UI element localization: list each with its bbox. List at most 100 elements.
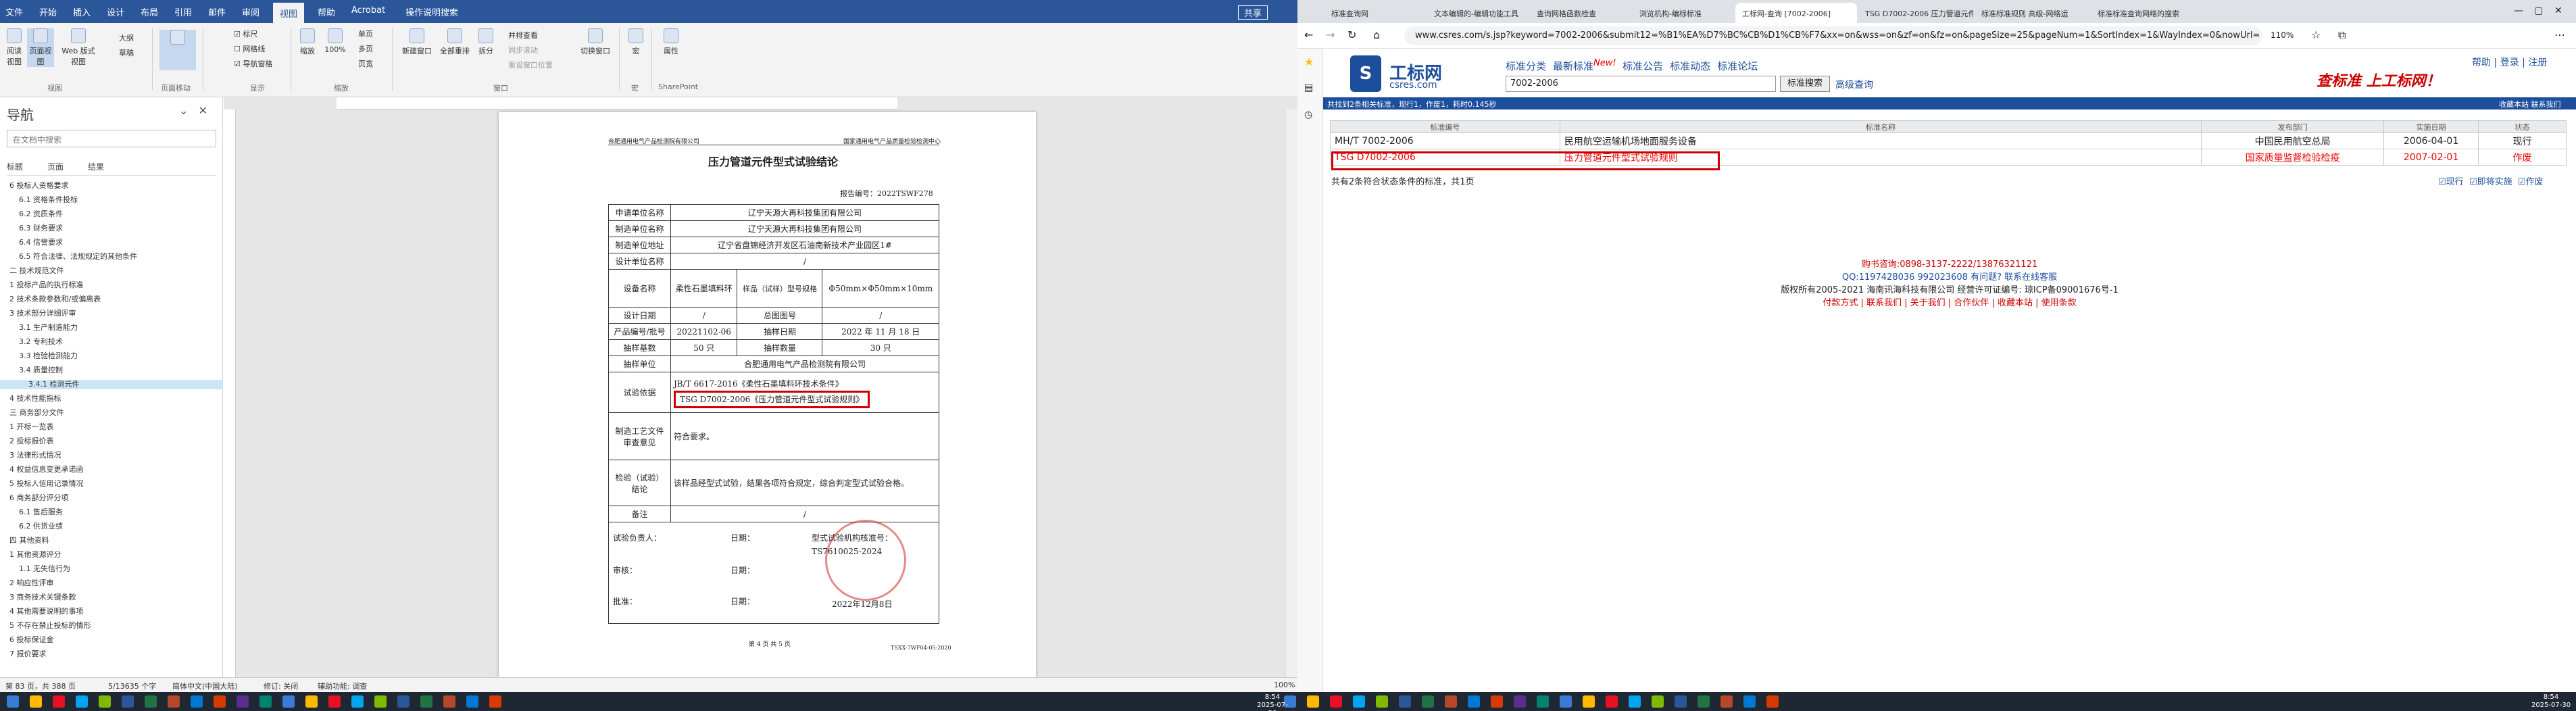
collections-icon[interactable]: ▤ xyxy=(1304,82,1313,93)
vertical-scrollbar[interactable] xyxy=(1285,109,1297,677)
ruler-checkbox[interactable]: ☑ 标尺 xyxy=(234,28,257,39)
header-name[interactable]: 标准名称 xyxy=(1559,120,2202,133)
nav-heading-item[interactable]: 6.4 信誉要求 xyxy=(0,238,223,247)
home-icon[interactable]: ⌂ xyxy=(1373,28,1380,41)
header-status[interactable]: 状态 xyxy=(2478,120,2567,133)
nav-link-forum[interactable]: 标准论坛 xyxy=(1717,60,1758,72)
nav-heading-item[interactable]: 3.1 生产制造能力 xyxy=(0,323,223,333)
acrobat-icon[interactable] xyxy=(1491,695,1503,708)
nav-heading-item[interactable]: 二 技术规范文件 xyxy=(0,266,223,276)
history-icon[interactable]: ◷ xyxy=(1304,109,1312,120)
status-zoom[interactable]: 100% xyxy=(1274,681,1295,689)
clock-left[interactable]: 8:542025-07-30 xyxy=(1254,693,1291,711)
mail-icon[interactable] xyxy=(466,695,478,708)
edge-icon[interactable] xyxy=(351,695,364,708)
powerpoint-icon[interactable] xyxy=(443,695,455,708)
acrobat-icon[interactable] xyxy=(489,695,501,708)
horizontal-ruler[interactable] xyxy=(337,97,897,109)
search-icon[interactable] xyxy=(305,695,318,708)
reload-icon[interactable]: ↻ xyxy=(1347,28,1356,41)
excel-icon[interactable] xyxy=(145,695,157,708)
star-icon[interactable]: ☆ xyxy=(2311,28,2321,41)
nav-heading-item[interactable]: 1 投标产品的执行标准 xyxy=(0,280,223,290)
nav-heading-item[interactable]: 6.3 财务要求 xyxy=(0,224,223,233)
nav-heading-item[interactable]: 7 报价要求 xyxy=(0,649,223,659)
nav-heading-item[interactable]: 四 其他资料 xyxy=(0,536,223,545)
search-icon[interactable] xyxy=(1307,695,1319,708)
nav-heading-item[interactable]: 6.2 资质条件 xyxy=(0,210,223,219)
nav-heading-item[interactable]: 6 投标人资格要求 xyxy=(0,181,223,191)
qq-contact[interactable]: QQ:1197428036 992023608 有问题? 联系在线客服 xyxy=(1323,271,2576,284)
nav-heading-item[interactable]: 4 技术性能指标 xyxy=(0,394,223,403)
one-page-button[interactable]: 单页 xyxy=(358,28,373,39)
browser-tab[interactable]: TSG D7002-2006 压力管道元件 xyxy=(1858,3,1973,23)
page-width-button[interactable]: 页宽 xyxy=(358,58,373,69)
result-name[interactable]: 民用航空运输机场地面服务设备 xyxy=(1559,132,2202,149)
tab-help[interactable]: 帮助 xyxy=(318,5,335,18)
minimize-icon[interactable]: — xyxy=(2514,5,2523,16)
browser-tab[interactable]: 浏览机构-编标标准 xyxy=(1633,3,1734,23)
nav-pane-checkbox[interactable]: ☑ 导航窗格 xyxy=(234,58,272,69)
tab-design[interactable]: 设计 xyxy=(107,5,124,18)
search-icon[interactable] xyxy=(30,695,42,708)
start-icon[interactable] xyxy=(282,695,295,708)
page-movement-button[interactable] xyxy=(159,30,196,70)
powerpoint-icon[interactable] xyxy=(1720,695,1733,708)
chrome-icon[interactable] xyxy=(1376,695,1388,708)
powerpoint-icon[interactable] xyxy=(1445,695,1457,708)
file-explorer-icon[interactable] xyxy=(1606,695,1618,708)
standard-search-button[interactable]: 标准搜索 xyxy=(1780,76,1830,92)
web-layout-button[interactable]: Web 版式视图 xyxy=(58,28,99,67)
nav-heading-item[interactable]: 3 技术部分详细评审 xyxy=(0,309,223,318)
filter-upcoming-checkbox[interactable]: ☑ xyxy=(2469,177,2477,187)
excel-icon[interactable] xyxy=(420,695,432,708)
mail-icon[interactable] xyxy=(1743,695,1756,708)
file-explorer-icon[interactable] xyxy=(1330,695,1342,708)
nav-link-latest[interactable]: 最新标准 xyxy=(1553,60,1593,72)
back-icon[interactable]: ← xyxy=(1304,28,1313,41)
nav-heading-item[interactable]: 2 投标报价表 xyxy=(0,437,223,446)
start-icon[interactable] xyxy=(7,695,19,708)
maximize-icon[interactable]: ▢ xyxy=(2534,5,2543,16)
zoom-button[interactable]: 缩放 xyxy=(297,28,318,56)
site-logo-icon[interactable]: S xyxy=(1350,55,1381,92)
nav-heading-item[interactable]: 3.3 检验检测能力 xyxy=(0,351,223,361)
status-page[interactable]: 第 83 页，共 388 页 xyxy=(5,681,76,691)
file-explorer-icon[interactable] xyxy=(328,695,341,708)
footer-links[interactable]: 付款方式 | 联系我们 | 关于我们 | 合作伙伴 | 收藏本站 | 使用条款 xyxy=(1323,297,2576,310)
header-dept[interactable]: 发布部门 xyxy=(2201,120,2385,133)
word-icon[interactable] xyxy=(397,695,410,708)
excel-icon[interactable] xyxy=(1422,695,1434,708)
nav-heading-item[interactable]: 6 投标保证金 xyxy=(0,635,223,645)
nav-heading-item[interactable]: 1 开标一览表 xyxy=(0,422,223,432)
nav-heading-item[interactable]: 1.1 无失信行为 xyxy=(0,564,223,574)
draft-button[interactable]: 草稿 xyxy=(119,47,134,58)
new-window-button[interactable]: 新建窗口 xyxy=(400,28,434,56)
nav-heading-item[interactable]: 3 法律形式情况 xyxy=(0,451,223,460)
powerpoint-icon[interactable] xyxy=(168,695,180,708)
word-icon[interactable] xyxy=(122,695,134,708)
outline-button[interactable]: 大纲 xyxy=(119,32,134,43)
nav-heading-item[interactable]: 4 其他需要说明的事项 xyxy=(0,607,223,616)
teams-icon[interactable] xyxy=(1514,695,1526,708)
tab-view[interactable]: 视图 xyxy=(273,3,305,23)
chrome-icon[interactable] xyxy=(99,695,111,708)
advanced-search-link[interactable]: 高级查询 xyxy=(1835,78,1873,91)
tab-layout[interactable]: 布局 xyxy=(141,5,158,18)
standard-search-input[interactable]: 7002-2006 xyxy=(1506,76,1776,92)
browser-tab-active[interactable]: 工标网-查询 [7002-2006] xyxy=(1735,3,1857,23)
split-button[interactable]: 拆分 xyxy=(476,28,496,56)
nav-heading-item[interactable]: 2 技术条款参数和/或偏离表 xyxy=(0,295,223,304)
status-language[interactable]: 简体中文(中国大陆) xyxy=(172,681,238,691)
acrobat-icon[interactable] xyxy=(214,695,226,708)
extensions-icon[interactable]: ⧉ xyxy=(2338,28,2346,42)
print-layout-button[interactable]: 页面视图 xyxy=(27,28,54,67)
nav-heading-item[interactable]: 3.4 质量控制 xyxy=(0,366,223,375)
nav-heading-item[interactable]: 5 不存在禁止投标的情形 xyxy=(0,621,223,631)
chrome-icon[interactable] xyxy=(1652,695,1664,708)
vertical-ruler[interactable] xyxy=(224,109,236,677)
mail-icon[interactable] xyxy=(1468,695,1480,708)
sync-scroll-button[interactable]: 同步滚动 xyxy=(508,45,538,55)
nav-heading-item[interactable]: 6.2 供货业绩 xyxy=(0,522,223,531)
filter-current-checkbox[interactable]: ☑ xyxy=(2438,177,2446,187)
